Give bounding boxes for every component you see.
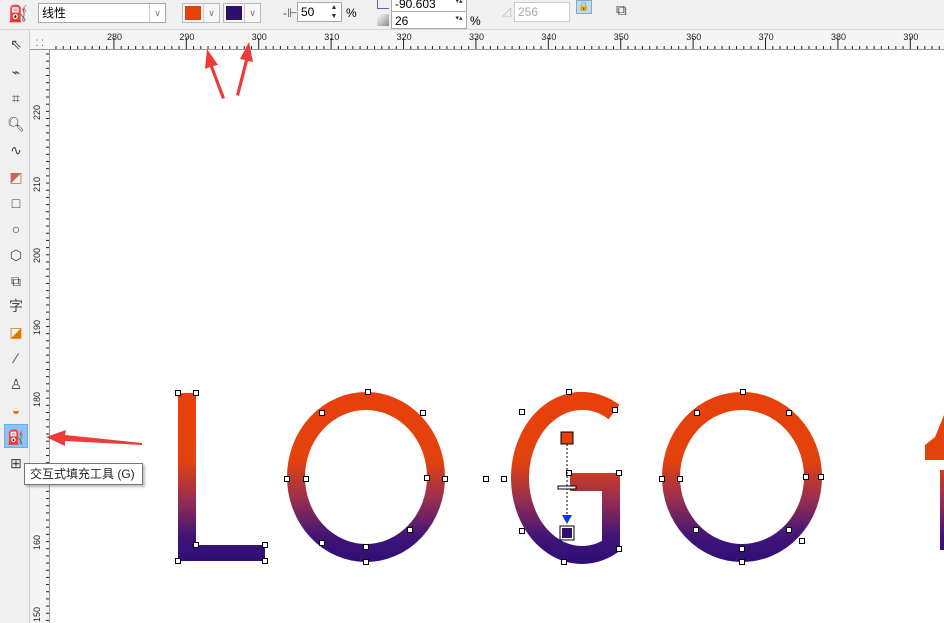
node-handle[interactable]	[408, 528, 413, 533]
node-handle[interactable]	[364, 560, 369, 565]
node-handle[interactable]	[176, 391, 181, 396]
node-handle[interactable]	[320, 541, 325, 546]
node-handle[interactable]	[263, 559, 268, 564]
node-handle[interactable]	[263, 543, 268, 548]
node-handle[interactable]	[520, 529, 525, 534]
node-handle[interactable]	[562, 560, 567, 565]
node-handle[interactable]	[617, 471, 622, 476]
node-handle[interactable]	[819, 475, 824, 480]
node-handle[interactable]	[176, 559, 181, 564]
node-handle[interactable]	[421, 411, 426, 416]
node-handle[interactable]	[194, 543, 199, 548]
node-handle[interactable]	[304, 477, 309, 482]
arrow-down-icon	[562, 515, 572, 524]
node-handle[interactable]	[740, 560, 745, 565]
node-handle[interactable]	[567, 390, 572, 395]
red-annotation-arrows	[46, 42, 253, 446]
node-handle[interactable]	[502, 477, 507, 482]
gradient-midpoint-slider[interactable]	[558, 486, 576, 489]
partial-character	[925, 415, 944, 550]
node-handle[interactable]	[660, 477, 665, 482]
node-handle[interactable]	[613, 408, 618, 413]
node-handle[interactable]	[320, 411, 325, 416]
letter-O-1	[296, 401, 436, 553]
node-handle[interactable]	[194, 391, 199, 396]
node-handle[interactable]	[694, 528, 699, 533]
node-handle[interactable]	[787, 411, 792, 416]
gradient-controls[interactable]	[558, 432, 576, 540]
node-handle[interactable]	[804, 475, 809, 480]
canvas[interactable]	[0, 0, 944, 623]
node-handle[interactable]	[364, 545, 369, 550]
node-handle[interactable]	[741, 390, 746, 395]
tool-tooltip: 交互式填充工具 (G)	[24, 463, 143, 485]
letter-L	[178, 393, 265, 561]
node-handle[interactable]	[740, 547, 745, 552]
node-handle[interactable]	[678, 477, 683, 482]
node-handle[interactable]	[366, 390, 371, 395]
node-handle[interactable]	[443, 477, 448, 482]
node-handle[interactable]	[800, 539, 805, 544]
gradient-start-handle[interactable]	[561, 432, 573, 444]
node-handle[interactable]	[695, 411, 700, 416]
node-handle[interactable]	[285, 477, 290, 482]
node-handle[interactable]	[787, 528, 792, 533]
node-handle[interactable]	[425, 476, 430, 481]
node-handle[interactable]	[617, 547, 622, 552]
node-handle[interactable]	[520, 410, 525, 415]
node-handle[interactable]	[484, 477, 489, 482]
